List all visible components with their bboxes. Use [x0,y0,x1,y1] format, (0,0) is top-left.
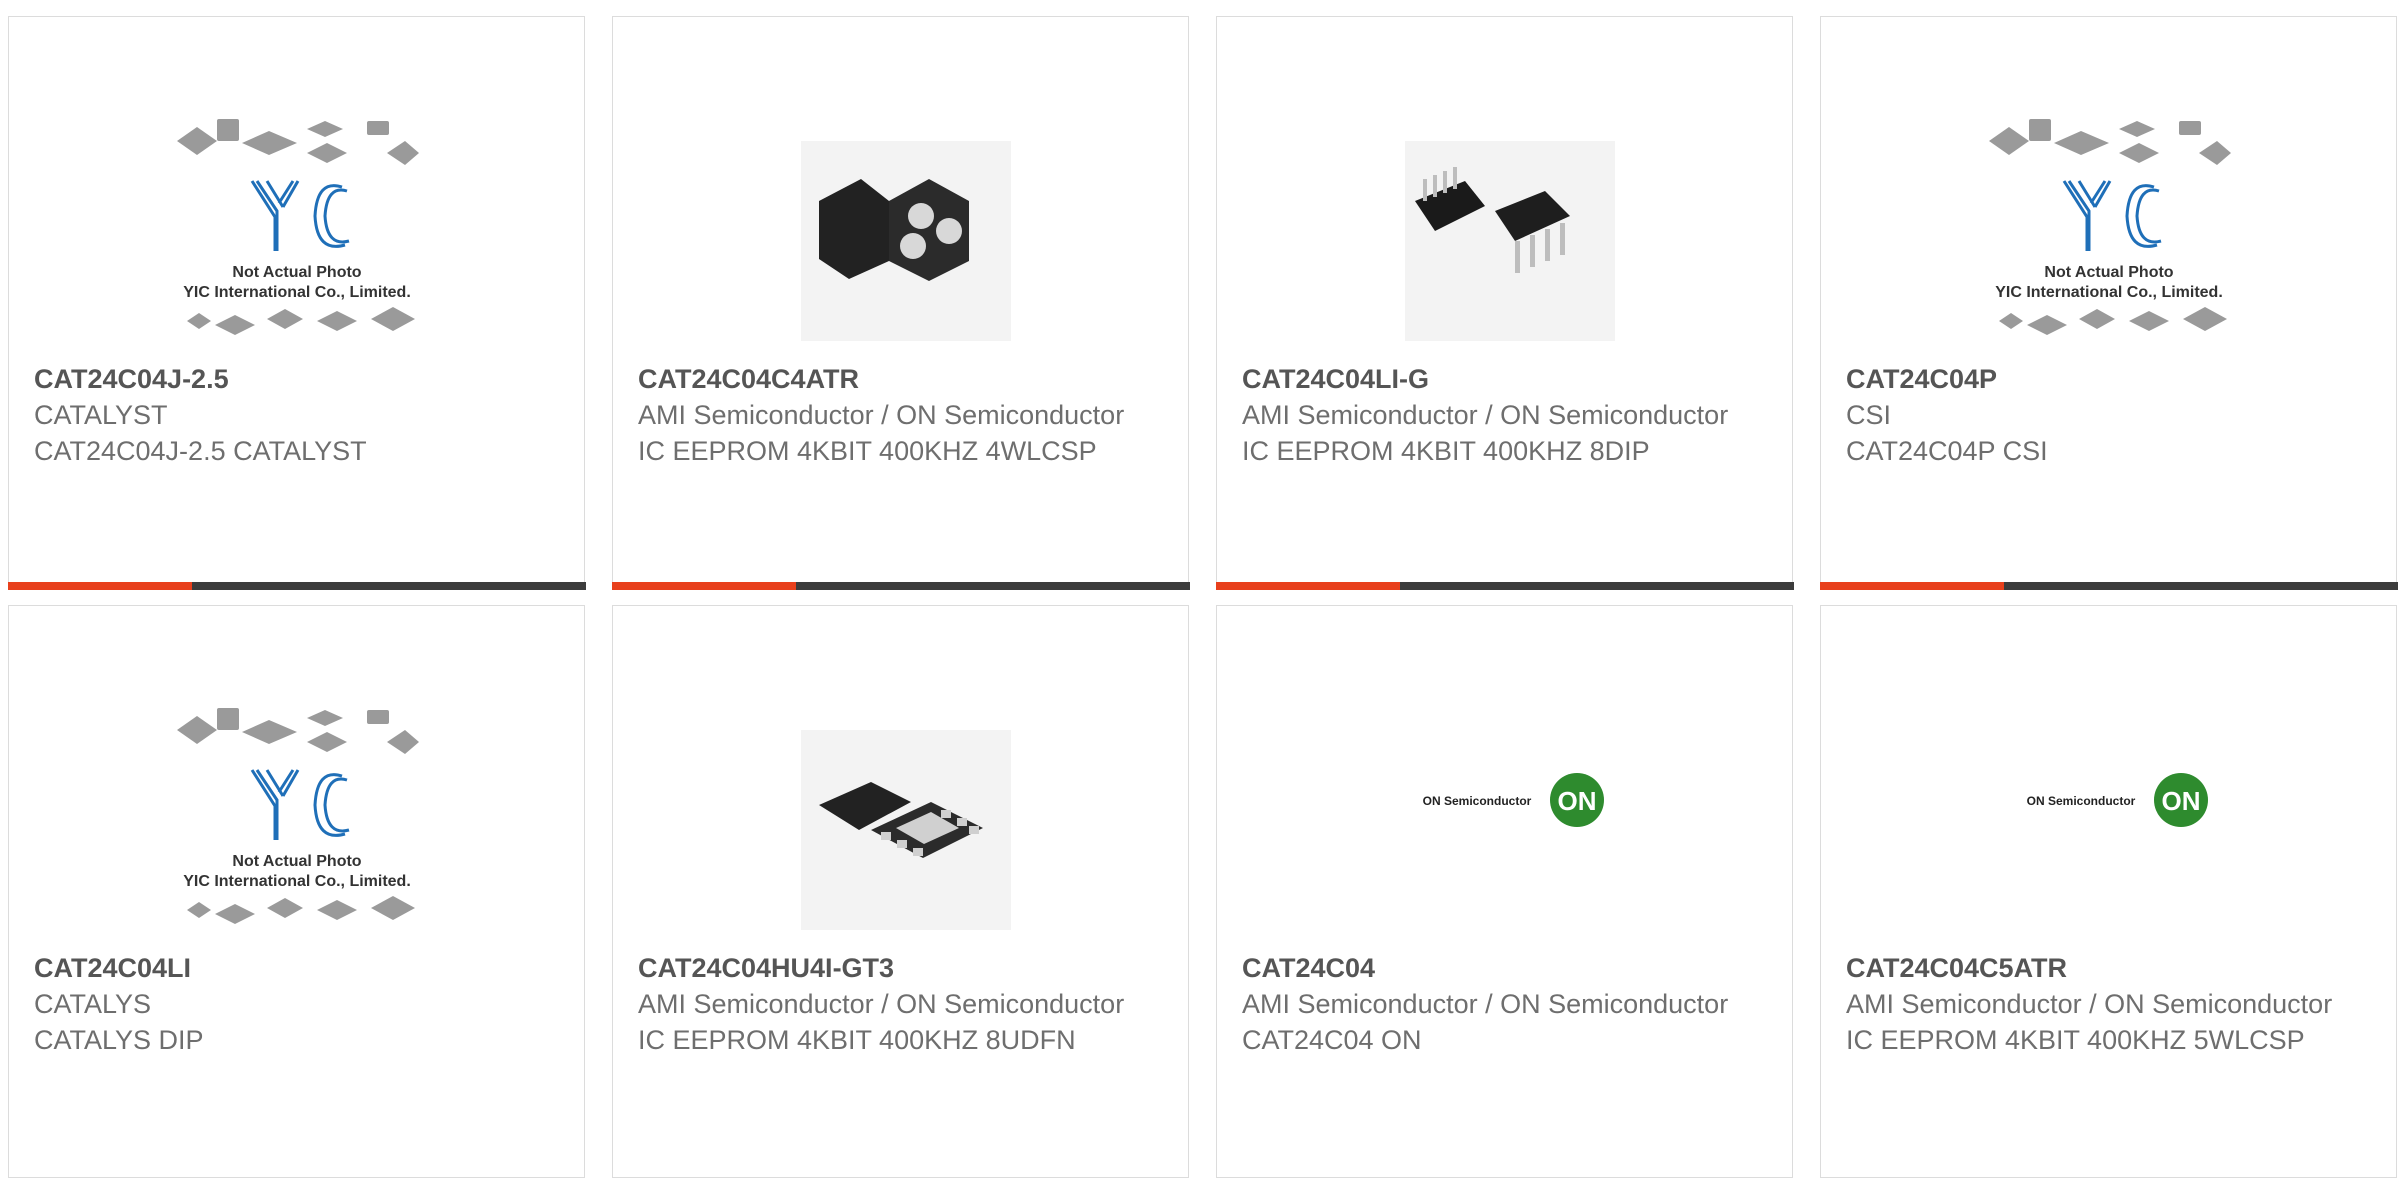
manufacturer: CATALYST [34,400,168,430]
card-accent-bar [611,581,1190,590]
product-card[interactable]: CAT24C04HU4I-GT3 AMI Semiconductor / ON … [612,605,1189,1178]
placeholder-line1: Not Actual Photo [232,853,361,870]
manufacturer: AMI Semiconductor / ON Semiconductor [1242,400,1729,430]
description: CATALYS DIP [34,1025,204,1055]
description: CAT24C04 ON [1242,1025,1422,1055]
part-number[interactable]: CAT24C04C4ATR [638,361,1163,397]
manufacturer: AMI Semiconductor / ON Semiconductor [638,400,1125,430]
part-number[interactable]: CAT24C04J-2.5 [34,361,559,397]
on-wordmark: ON Semiconductor [2026,794,2135,808]
description: IC EEPROM 4KBIT 400KHZ 8DIP [1242,436,1650,466]
part-number[interactable]: CAT24C04LI [34,950,559,986]
product-card[interactable]: Not Actual Photo YIC International Co., … [8,605,585,1178]
placeholder-line2: YIC International Co., Limited. [183,284,411,301]
product-image-yic-placeholder[interactable]: Not Actual Photo YIC International Co., … [157,670,437,930]
product-card[interactable]: Not Actual Photo YIC International Co., … [7,16,586,590]
part-number[interactable]: CAT24C04 [1242,950,1767,986]
card-accent-bar [7,581,586,590]
on-wordmark: ON Semiconductor [1422,794,1531,808]
product-image-yic-placeholder[interactable]: Not Actual Photo YIC International Co., … [1969,81,2249,341]
product-image-dip-chip[interactable] [1365,81,1645,341]
placeholder-line1: Not Actual Photo [2044,264,2173,281]
description: IC EEPROM 4KBIT 400KHZ 4WLCSP [638,436,1097,466]
manufacturer: AMI Semiconductor / ON Semiconductor [1846,989,2333,1019]
product-image-on-logo[interactable]: ON Semiconductor ON [1969,670,2249,930]
product-image-udfn-chip[interactable] [761,670,1041,930]
product-card[interactable]: CAT24C04LI-G AMI Semiconductor / ON Semi… [1215,16,1794,590]
manufacturer: CSI [1846,400,1892,430]
description: IC EEPROM 4KBIT 400KHZ 8UDFN [638,1025,1076,1055]
product-card[interactable]: ON Semiconductor ON CAT24C04C5ATR AMI Se… [1820,605,2397,1178]
card-accent-bar [1819,581,2398,590]
placeholder-line2: YIC International Co., Limited. [183,873,411,890]
manufacturer: AMI Semiconductor / ON Semiconductor [638,989,1125,1019]
on-badge: ON [2161,786,2200,816]
manufacturer: AMI Semiconductor / ON Semiconductor [1242,989,1729,1019]
product-card[interactable]: Not Actual Photo YIC International Co., … [1819,16,2398,590]
part-number[interactable]: CAT24C04P [1846,361,2371,397]
product-image-yic-placeholder[interactable]: Not Actual Photo YIC International Co., … [157,81,437,341]
card-accent-bar [1215,581,1794,590]
description: IC EEPROM 4KBIT 400KHZ 5WLCSP [1846,1025,2305,1055]
product-image-on-logo[interactable]: ON Semiconductor ON [1365,670,1645,930]
part-number[interactable]: CAT24C04C5ATR [1846,950,2371,986]
part-number[interactable]: CAT24C04HU4I-GT3 [638,950,1163,986]
description: CAT24C04P CSI [1846,436,2048,466]
placeholder-line2: YIC International Co., Limited. [1995,284,2223,301]
product-card[interactable]: ON Semiconductor ON CAT24C04 AMI Semicon… [1216,605,1793,1178]
on-badge: ON [1557,786,1596,816]
manufacturer: CATALYS [34,989,152,1019]
product-image-wlcsp-chip[interactable] [761,81,1041,341]
part-number[interactable]: CAT24C04LI-G [1242,361,1767,397]
placeholder-line1: Not Actual Photo [232,264,361,281]
description: CAT24C04J-2.5 CATALYST [34,436,367,466]
product-card[interactable]: CAT24C04C4ATR AMI Semiconductor / ON Sem… [611,16,1190,590]
